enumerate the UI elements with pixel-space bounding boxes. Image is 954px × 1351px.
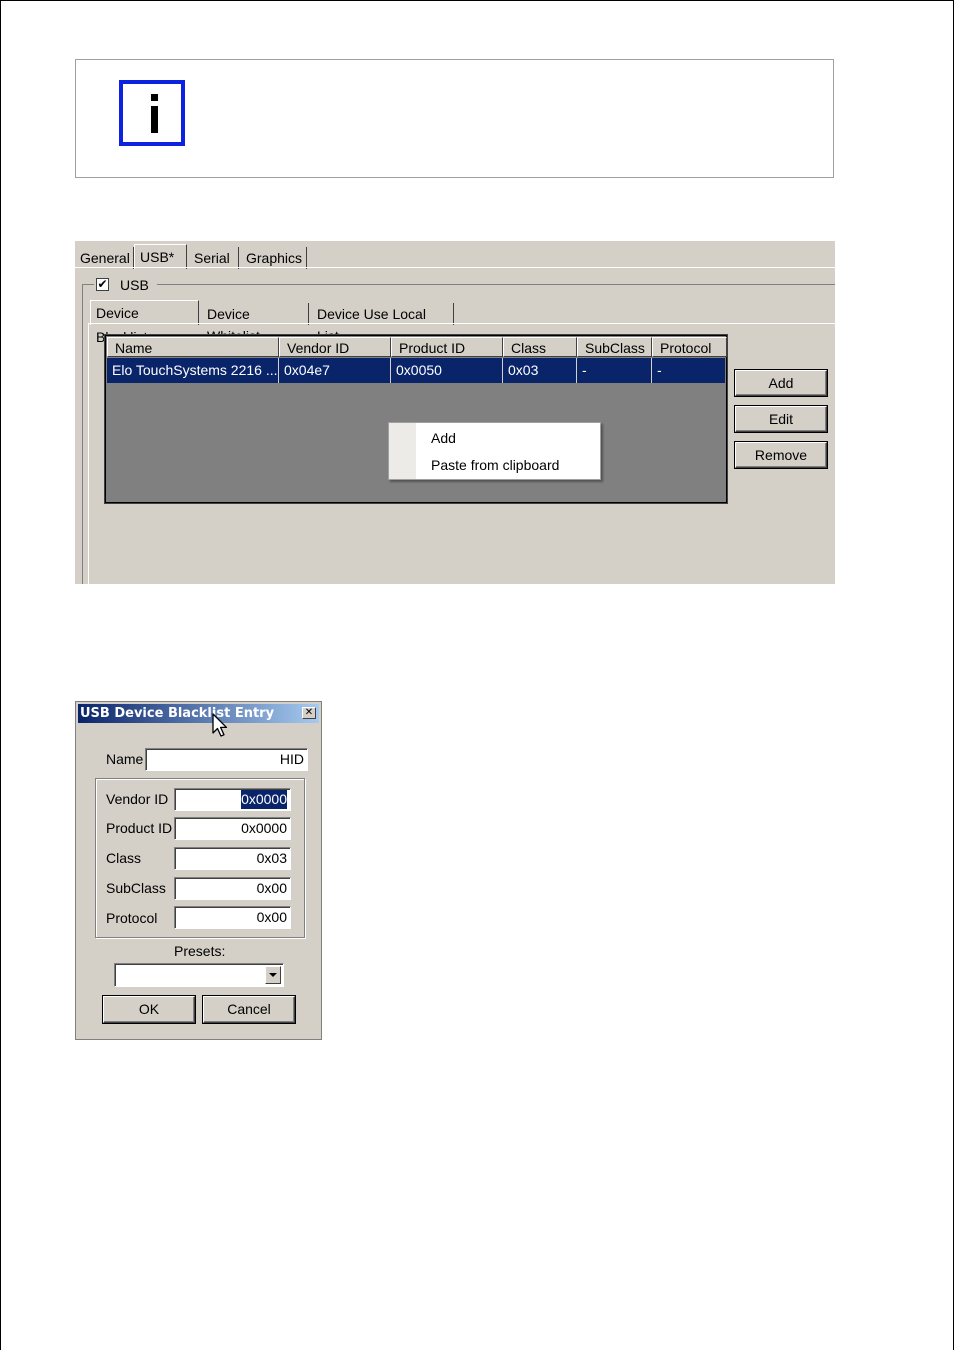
usb-group-border-left bbox=[82, 284, 83, 584]
product-id-input[interactable]: 0x0000 bbox=[174, 817, 291, 840]
context-menu-add[interactable]: Add bbox=[431, 428, 456, 448]
table-row[interactable]: Elo TouchSystems 2216 ... 0x04e7 0x0050 … bbox=[107, 358, 725, 383]
protocol-label: Protocol bbox=[106, 910, 158, 926]
tab-serial[interactable]: Serial bbox=[189, 247, 239, 269]
context-menu-paste-from-clipboard[interactable]: Paste from clipboard bbox=[431, 455, 559, 475]
column-protocol[interactable]: Protocol bbox=[652, 337, 727, 357]
dialog-titlebar[interactable]: USB Device Blacklist Entry ✕ bbox=[78, 704, 319, 723]
presets-dropdown[interactable] bbox=[114, 963, 284, 987]
protocol-input-value: 0x00 bbox=[256, 909, 287, 925]
vendor-id-input[interactable]: 0x0000 bbox=[174, 788, 291, 811]
subclass-input-value: 0x00 bbox=[256, 880, 287, 896]
context-menu-gutter bbox=[389, 423, 416, 479]
ok-button[interactable]: OK bbox=[102, 995, 196, 1024]
cancel-button[interactable]: Cancel bbox=[202, 995, 296, 1024]
class-input[interactable]: 0x03 bbox=[174, 847, 291, 870]
presets-label: Presets: bbox=[174, 943, 226, 959]
subclass-label: SubClass bbox=[106, 880, 166, 896]
cell-product-id: 0x0050 bbox=[391, 358, 503, 383]
cell-vendor-id: 0x04e7 bbox=[279, 358, 391, 383]
subtab-strip-divider bbox=[88, 323, 835, 324]
add-button[interactable]: Add bbox=[734, 369, 828, 397]
chevron-down-icon[interactable] bbox=[265, 966, 281, 984]
cell-subclass: - bbox=[577, 358, 652, 383]
info-icon bbox=[119, 80, 185, 146]
product-id-label: Product ID bbox=[106, 820, 173, 836]
usb-group-border-top-left bbox=[82, 284, 94, 285]
subtab-device-use-local-list[interactable]: Device Use Local List bbox=[312, 303, 454, 344]
vendor-id-input-value: 0x0000 bbox=[241, 790, 287, 809]
vendor-id-label: Vendor ID bbox=[106, 791, 169, 807]
tab-usb[interactable]: USB* bbox=[134, 244, 187, 269]
table-header: Name Vendor ID Product ID Class SubClass… bbox=[107, 337, 727, 357]
column-name[interactable]: Name bbox=[107, 337, 279, 357]
mouse-pointer-icon bbox=[212, 713, 228, 737]
usb-group-border-top bbox=[157, 284, 835, 285]
cell-protocol: - bbox=[657, 362, 662, 378]
column-product-id[interactable]: Product ID bbox=[391, 337, 503, 357]
column-subclass[interactable]: SubClass bbox=[577, 337, 652, 357]
name-input-value: HID bbox=[279, 751, 304, 767]
column-class[interactable]: Class bbox=[503, 337, 577, 357]
info-note-box bbox=[75, 59, 834, 178]
tab-general[interactable]: General bbox=[75, 247, 134, 269]
column-vendor-id[interactable]: Vendor ID bbox=[279, 337, 391, 357]
usb-settings-panel: General USB* Serial Graphics ✔ USB Devic… bbox=[75, 241, 835, 584]
usb-checkbox-label: USB bbox=[120, 277, 149, 293]
usb-enable-checkbox[interactable]: ✔ bbox=[96, 278, 109, 291]
name-label: Name bbox=[106, 751, 144, 767]
subtab-device-blacklist[interactable]: Device Blacklist bbox=[90, 300, 199, 345]
class-label: Class bbox=[106, 850, 142, 866]
page-frame bbox=[0, 0, 954, 1350]
protocol-input[interactable]: 0x00 bbox=[174, 906, 291, 929]
tab-graphics[interactable]: Graphics bbox=[241, 247, 307, 269]
product-id-input-value: 0x0000 bbox=[241, 820, 287, 836]
dialog-title: USB Device Blacklist Entry bbox=[80, 706, 275, 721]
subtab-device-whitelist[interactable]: Device Whitelist bbox=[202, 303, 309, 344]
close-icon[interactable]: ✕ bbox=[302, 707, 316, 719]
context-menu: Add Paste from clipboard bbox=[388, 422, 601, 480]
subtab-panel-left-edge bbox=[88, 323, 89, 584]
cell-class: 0x03 bbox=[503, 358, 577, 383]
name-input[interactable]: HID bbox=[145, 748, 308, 771]
edit-button[interactable]: Edit bbox=[734, 405, 828, 433]
remove-button[interactable]: Remove bbox=[734, 441, 828, 469]
tab-strip-divider bbox=[75, 267, 835, 268]
usb-device-blacklist-entry-dialog: USB Device Blacklist Entry ✕ Name HID Ve… bbox=[75, 701, 322, 1040]
cell-name: Elo TouchSystems 2216 ... bbox=[107, 358, 279, 383]
subclass-input[interactable]: 0x00 bbox=[174, 877, 291, 900]
class-input-value: 0x03 bbox=[256, 850, 287, 866]
